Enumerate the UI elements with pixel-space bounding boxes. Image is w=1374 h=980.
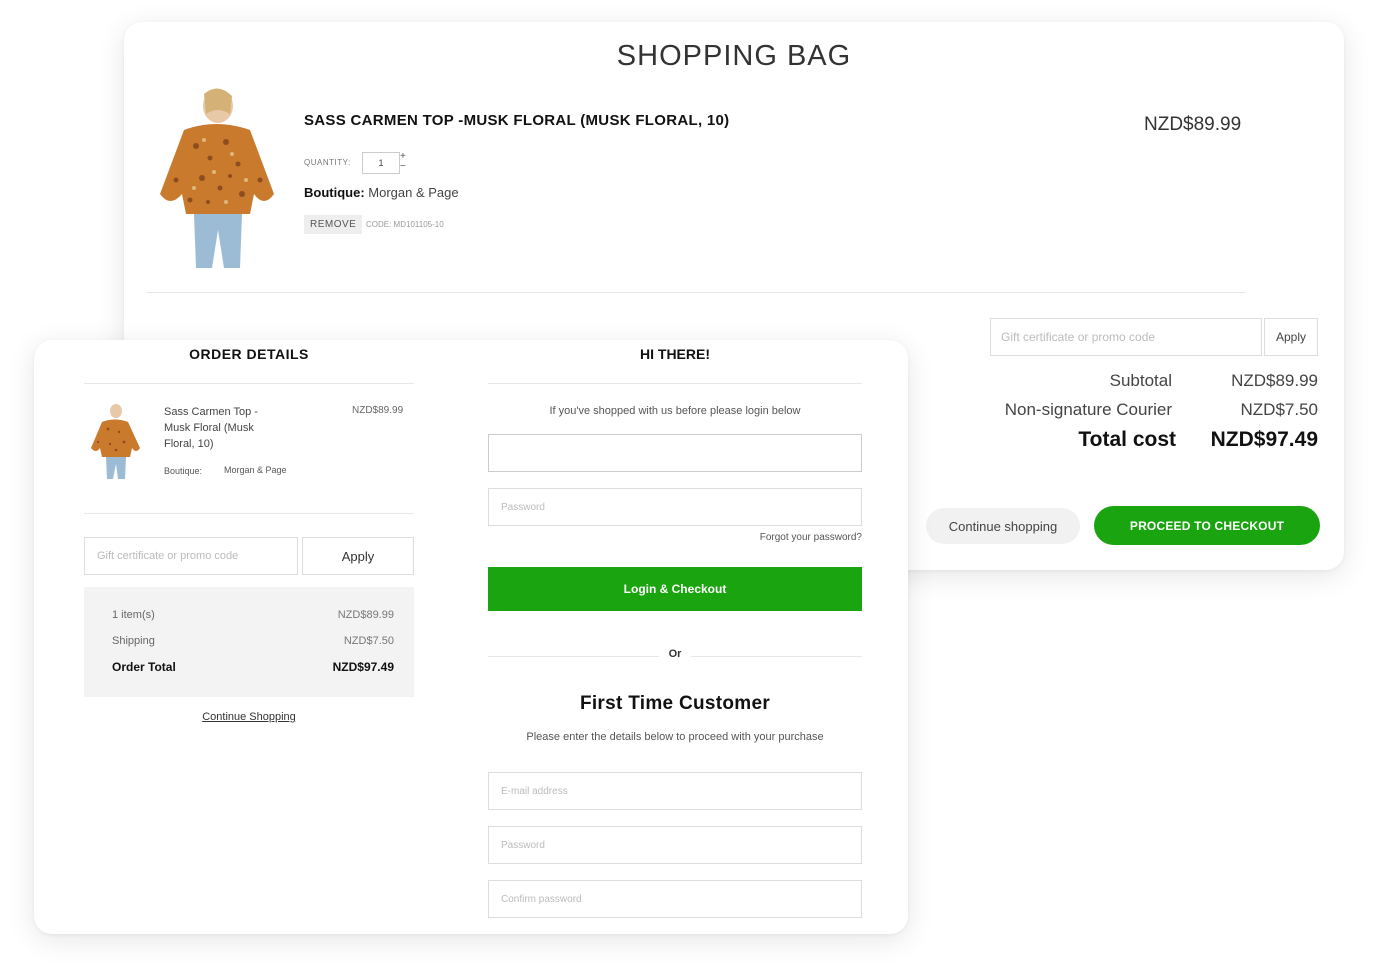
confirm-password-input[interactable] (488, 880, 862, 918)
subtotal-value: NZD$89.99 (1231, 371, 1318, 390)
quantity-input[interactable]: 1 (362, 152, 400, 174)
login-email-input[interactable] (488, 434, 862, 472)
product-image[interactable] (146, 84, 286, 270)
login-password-input[interactable] (488, 488, 862, 526)
continue-shopping-button[interactable]: Continue shopping (926, 508, 1080, 544)
order-apply-promo-button[interactable]: Apply (302, 537, 414, 575)
boutique-info: Boutique: Morgan & Page (304, 185, 459, 200)
items-count-label: 1 item(s) (112, 609, 155, 621)
register-password-input[interactable] (488, 826, 862, 864)
continue-shopping-link[interactable]: Continue Shopping (84, 711, 414, 723)
order-item-price: NZD$89.99 (352, 405, 404, 416)
or-label: Or (658, 648, 692, 660)
login-title: HI THERE! (640, 346, 710, 362)
order-boutique-value: Morgan & Page (224, 465, 287, 475)
boutique-label: Boutique: (304, 185, 365, 200)
order-total-value: NZD$97.49 (332, 660, 394, 674)
quantity-label: QUANTITY: (304, 158, 351, 167)
shipping-label: Non-signature Courier (1004, 400, 1172, 419)
quantity-decrease-icon[interactable]: − (400, 162, 406, 172)
order-shipping-label: Shipping (112, 635, 155, 647)
login-checkout-button[interactable]: Login & Checkout (488, 567, 862, 611)
boutique-value: Morgan & Page (368, 185, 459, 200)
register-email-input[interactable] (488, 772, 862, 810)
quantity-increase-icon[interactable]: + (400, 152, 406, 162)
proceed-to-checkout-button[interactable]: PROCEED TO CHECKOUT (1094, 506, 1320, 545)
product-name[interactable]: SASS CARMEN TOP -MUSK FLORAL (MUSK FLORA… (304, 112, 729, 129)
divider (146, 292, 1246, 293)
order-details-title: ORDER DETAILS (189, 346, 309, 362)
checkout-panel: ORDER DETAILS Sass Carmen Top - Musk Flo… (34, 340, 908, 934)
shipping-value: NZD$7.50 (1240, 400, 1318, 419)
order-item-name: Sass Carmen Top - Musk Floral (Musk Flor… (164, 406, 258, 450)
order-promo-code-input[interactable] (84, 537, 298, 575)
divider (84, 513, 414, 514)
or-separator: Or (488, 648, 862, 660)
page-title: SHOPPING BAG (616, 40, 852, 72)
order-boutique-label: Boutique: (164, 466, 203, 476)
divider (488, 383, 862, 384)
subtotal-label: Subtotal (1109, 371, 1172, 390)
product-code: CODE: MD101105-10 (366, 220, 444, 229)
order-total-label: Order Total (112, 660, 176, 674)
items-subtotal-value: NZD$89.99 (337, 609, 394, 621)
forgot-password-link[interactable]: Forgot your password? (488, 532, 862, 543)
product-price: NZD$89.99 (1144, 114, 1242, 135)
apply-promo-button[interactable]: Apply (1264, 318, 1318, 356)
login-subtitle: If you've shopped with us before please … (549, 405, 801, 417)
total-label: Total cost (1078, 428, 1176, 451)
promo-code-input[interactable] (990, 318, 1262, 356)
order-shipping-value: NZD$7.50 (343, 635, 394, 647)
order-item-image (86, 402, 144, 480)
divider (84, 383, 414, 384)
order-summary-box: 1 item(s) NZD$89.99 Shipping NZD$7.50 Or… (84, 587, 414, 697)
total-value: NZD$97.49 (1210, 428, 1318, 451)
first-time-customer-subtitle: Please enter the details below to procee… (526, 731, 824, 743)
first-time-customer-title: First Time Customer (579, 693, 771, 714)
remove-button[interactable]: REMOVE (304, 215, 363, 234)
